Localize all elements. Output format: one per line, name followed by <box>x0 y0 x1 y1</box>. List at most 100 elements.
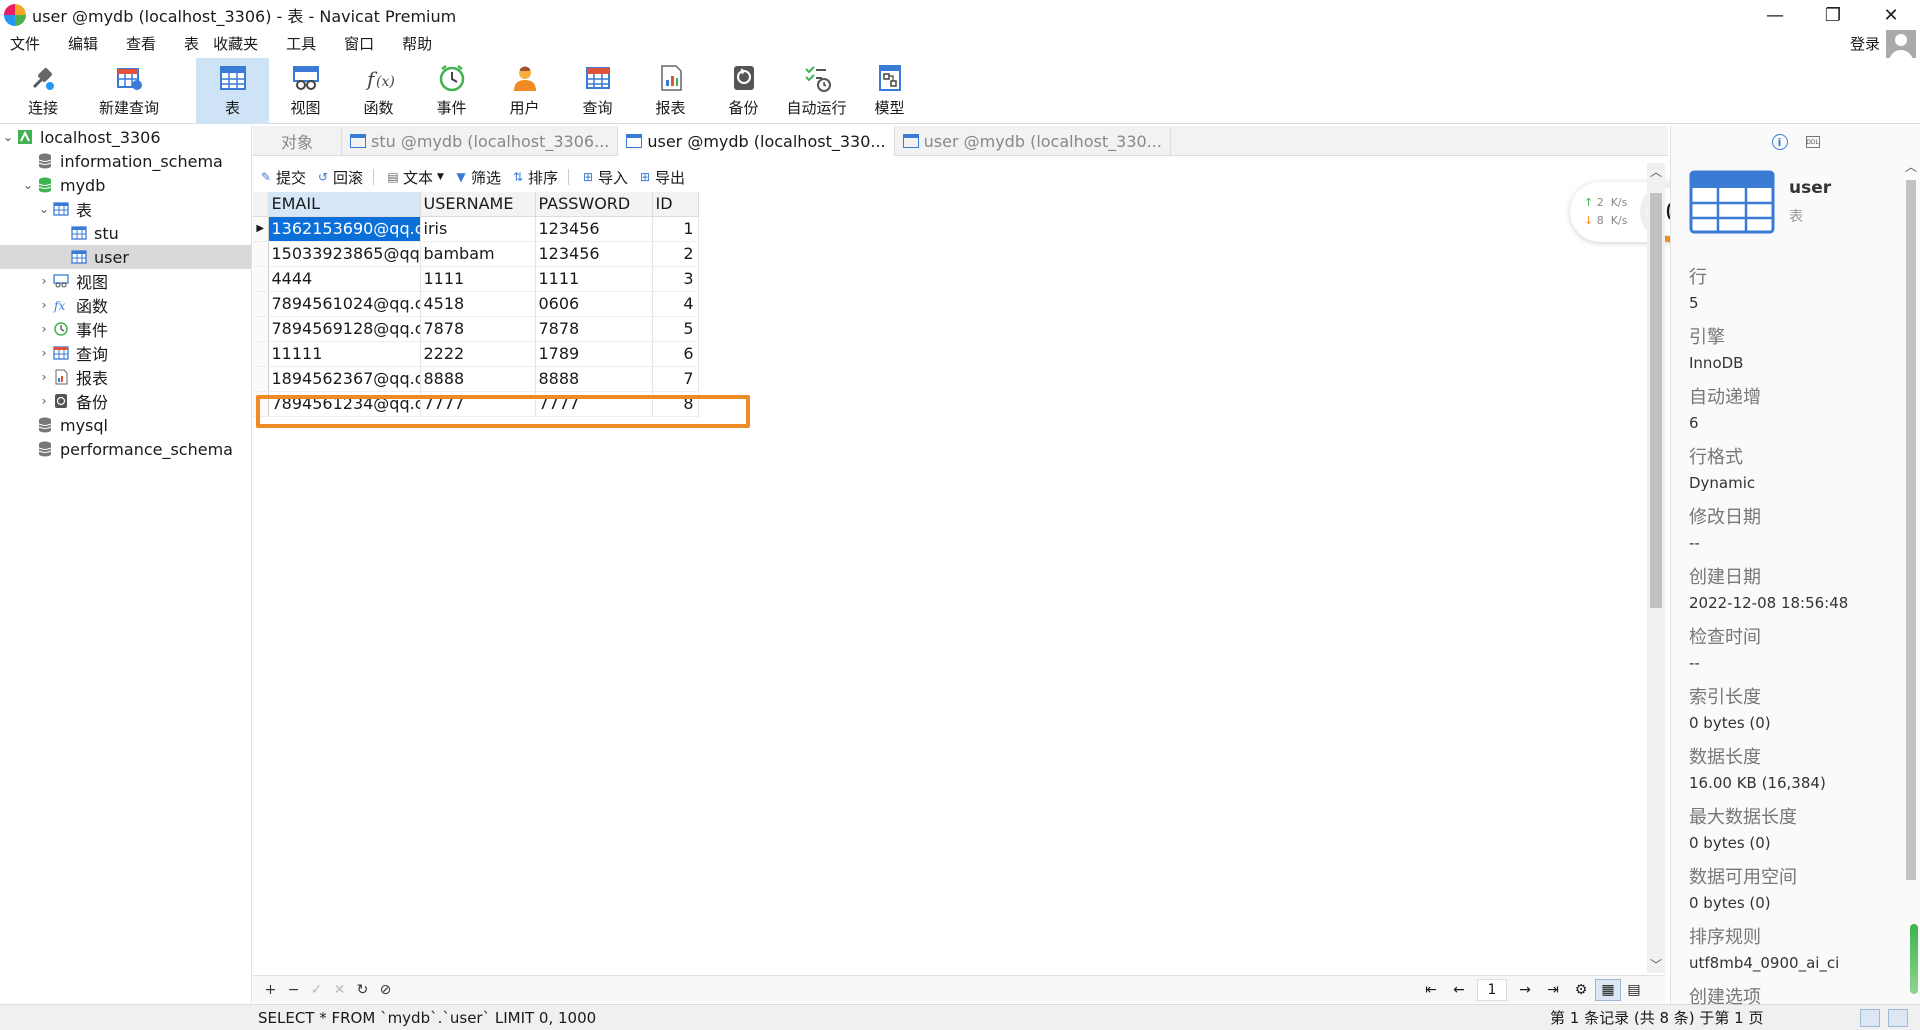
info-scrollbar[interactable]: ︿ <box>1902 158 1920 998</box>
page-number-input[interactable]: 1 <box>1477 979 1507 1001</box>
menu-table[interactable]: 表 <box>174 30 203 58</box>
stop-icon[interactable]: ⊘ <box>374 982 397 998</box>
column-header-username[interactable]: USERNAME <box>420 192 536 217</box>
last-page-icon[interactable]: ⇥ <box>1539 982 1567 998</box>
avatar[interactable] <box>1886 30 1916 58</box>
menu-tools[interactable]: 工具 <box>276 30 326 58</box>
table-cell-email[interactable]: 11111 <box>268 341 421 367</box>
table-row[interactable]: 1894562367@qq.com888888887 <box>253 366 699 392</box>
table-row[interactable]: 4444 1111 1111 3 <box>253 266 699 292</box>
table-cell-id[interactable]: 4 <box>652 291 699 317</box>
import-button[interactable]: ⊞ 导入 <box>581 167 628 188</box>
gear-icon[interactable]: ⚙ <box>1567 982 1595 998</box>
row-marker[interactable] <box>253 341 269 367</box>
commit-button[interactable]: ✎ 提交 <box>259 167 306 188</box>
sort-button[interactable]: ⇅ 排序 <box>511 167 558 188</box>
chevron-right-icon[interactable]: › <box>36 298 52 312</box>
table-cell-password[interactable]: 123456 <box>535 216 653 242</box>
column-header-email[interactable]: EMAIL <box>268 192 421 217</box>
tree-item-information-schema[interactable]: information_schema <box>0 149 251 173</box>
tree-item-localhost-3306[interactable]: ⌄ localhost_3306 <box>0 125 251 149</box>
filter-button[interactable]: ▼ 筛选 <box>454 167 501 188</box>
toolbar-backup-button[interactable]: 备份 <box>707 58 780 124</box>
table-cell-email[interactable]: 7894569128@qq.com <box>268 316 421 342</box>
login-link[interactable]: 登录 <box>1850 30 1880 58</box>
table-cell-username[interactable]: 8888 <box>420 366 536 392</box>
tree-item-9[interactable]: › 查询 <box>0 341 251 365</box>
scrollbar-thumb[interactable] <box>1650 193 1662 608</box>
maximize-button[interactable]: ❐ <box>1804 0 1862 30</box>
toolbar-function-button[interactable]: f (x) 函数 <box>342 58 415 124</box>
delete-record-icon[interactable]: − <box>282 982 305 998</box>
table-cell-password[interactable]: 123456 <box>535 241 653 267</box>
chevron-right-icon[interactable]: › <box>36 346 52 360</box>
table-cell-username[interactable]: iris <box>420 216 536 242</box>
table-row[interactable]: 11111 2222 1789 6 <box>253 341 699 367</box>
table-cell-password[interactable]: 8888 <box>535 366 653 392</box>
chevron-up-icon[interactable]: ︿ <box>1902 158 1920 175</box>
toolbar-new-query-button[interactable]: 新建查询 <box>84 58 174 124</box>
rollback-button[interactable]: ↺ 回滚 <box>316 167 363 188</box>
table-row[interactable]: 7894561024@qq.com451806064 <box>253 291 699 317</box>
ddl-icon[interactable]: DDL <box>1805 136 1820 148</box>
first-page-icon[interactable]: ⇤ <box>1417 982 1445 998</box>
tree-item-stu[interactable]: stu <box>0 221 251 245</box>
chevron-right-icon[interactable]: › <box>36 370 52 384</box>
tab-stu[interactable]: stu @mydb (localhost_3306... <box>342 126 619 156</box>
menu-window[interactable]: 窗口 <box>334 30 384 58</box>
table-cell-username[interactable]: 7878 <box>420 316 536 342</box>
chevron-down-icon[interactable]: ﹀ <box>1647 956 1665 973</box>
table-cell-id[interactable]: 3 <box>652 266 699 292</box>
info-icon[interactable]: i <box>1771 134 1788 150</box>
chevron-down-icon[interactable]: ⌄ <box>20 178 36 192</box>
tree-item-3[interactable]: ⌄ 表 <box>0 197 251 221</box>
next-page-icon[interactable]: → <box>1511 982 1539 998</box>
tab-user-design[interactable]: user @mydb (localhost_330... <box>895 126 1171 156</box>
toolbar-autorun-button[interactable]: 自动运行 <box>780 58 853 124</box>
refresh-icon[interactable]: ↻ <box>351 982 374 998</box>
row-marker[interactable] <box>253 291 269 317</box>
table-cell-id[interactable]: 1 <box>652 216 699 242</box>
table-cell-id[interactable]: 7 <box>652 366 699 392</box>
table-cell-password[interactable]: 1111 <box>535 266 653 292</box>
column-header-id[interactable]: ID <box>652 192 699 217</box>
tree-item-6[interactable]: › 视图 <box>0 269 251 293</box>
toolbar-table-button[interactable]: 表 <box>196 58 269 124</box>
table-cell-email[interactable]: 1362153690@qq.com <box>268 216 421 242</box>
table-cell-username[interactable]: 2222 <box>420 341 536 367</box>
table-cell-username[interactable]: bambam <box>420 241 536 267</box>
tab-objects[interactable]: 对象 <box>253 126 343 156</box>
chevron-up-icon[interactable]: ︿ <box>1647 163 1665 180</box>
row-marker[interactable] <box>253 266 269 292</box>
tree-item-7[interactable]: › fx 函数 <box>0 293 251 317</box>
menu-edit[interactable]: 编辑 <box>58 30 108 58</box>
table-cell-email[interactable]: 7894561024@qq.com <box>268 291 421 317</box>
table-cell-id[interactable]: 2 <box>652 241 699 267</box>
scrollbar-thumb[interactable] <box>1906 180 1916 880</box>
grid-view-icon[interactable]: ▦ <box>1595 979 1621 1001</box>
tree-item-user[interactable]: user <box>0 245 251 269</box>
table-cell-password[interactable]: 1789 <box>535 341 653 367</box>
table-row[interactable]: 15033923865@qq.combambam1234562 <box>253 241 699 267</box>
toolbar-event-button[interactable]: 事件 <box>415 58 488 124</box>
tree-item-performance-schema[interactable]: performance_schema <box>0 437 251 461</box>
toolbar-user-button[interactable]: 用户 <box>488 58 561 124</box>
row-marker[interactable] <box>253 316 269 342</box>
tree-item-11[interactable]: › 备份 <box>0 389 251 413</box>
tree-item-10[interactable]: › 报表 <box>0 365 251 389</box>
apply-check-icon[interactable]: ✓ <box>305 982 328 998</box>
tree-item-mydb[interactable]: ⌄ mydb <box>0 173 251 197</box>
chevron-right-icon[interactable]: › <box>36 274 52 288</box>
toolbar-model-button[interactable]: 模型 <box>853 58 926 124</box>
toolbar-connect-button[interactable]: 连接 <box>2 58 84 124</box>
chevron-down-icon[interactable]: ⌄ <box>0 130 16 144</box>
table-row[interactable]: 7894569128@qq.com787878785 <box>253 316 699 342</box>
table-cell-username[interactable]: 4518 <box>420 291 536 317</box>
menu-file[interactable]: 文件 <box>0 30 50 58</box>
close-button[interactable]: ✕ <box>1862 0 1920 30</box>
discard-x-icon[interactable]: ✕ <box>328 982 351 998</box>
toolbar-report-button[interactable]: 报表 <box>634 58 707 124</box>
table-cell-password[interactable]: 0606 <box>535 291 653 317</box>
row-marker[interactable] <box>253 241 269 267</box>
form-view-icon[interactable]: ▤ <box>1621 979 1647 1001</box>
